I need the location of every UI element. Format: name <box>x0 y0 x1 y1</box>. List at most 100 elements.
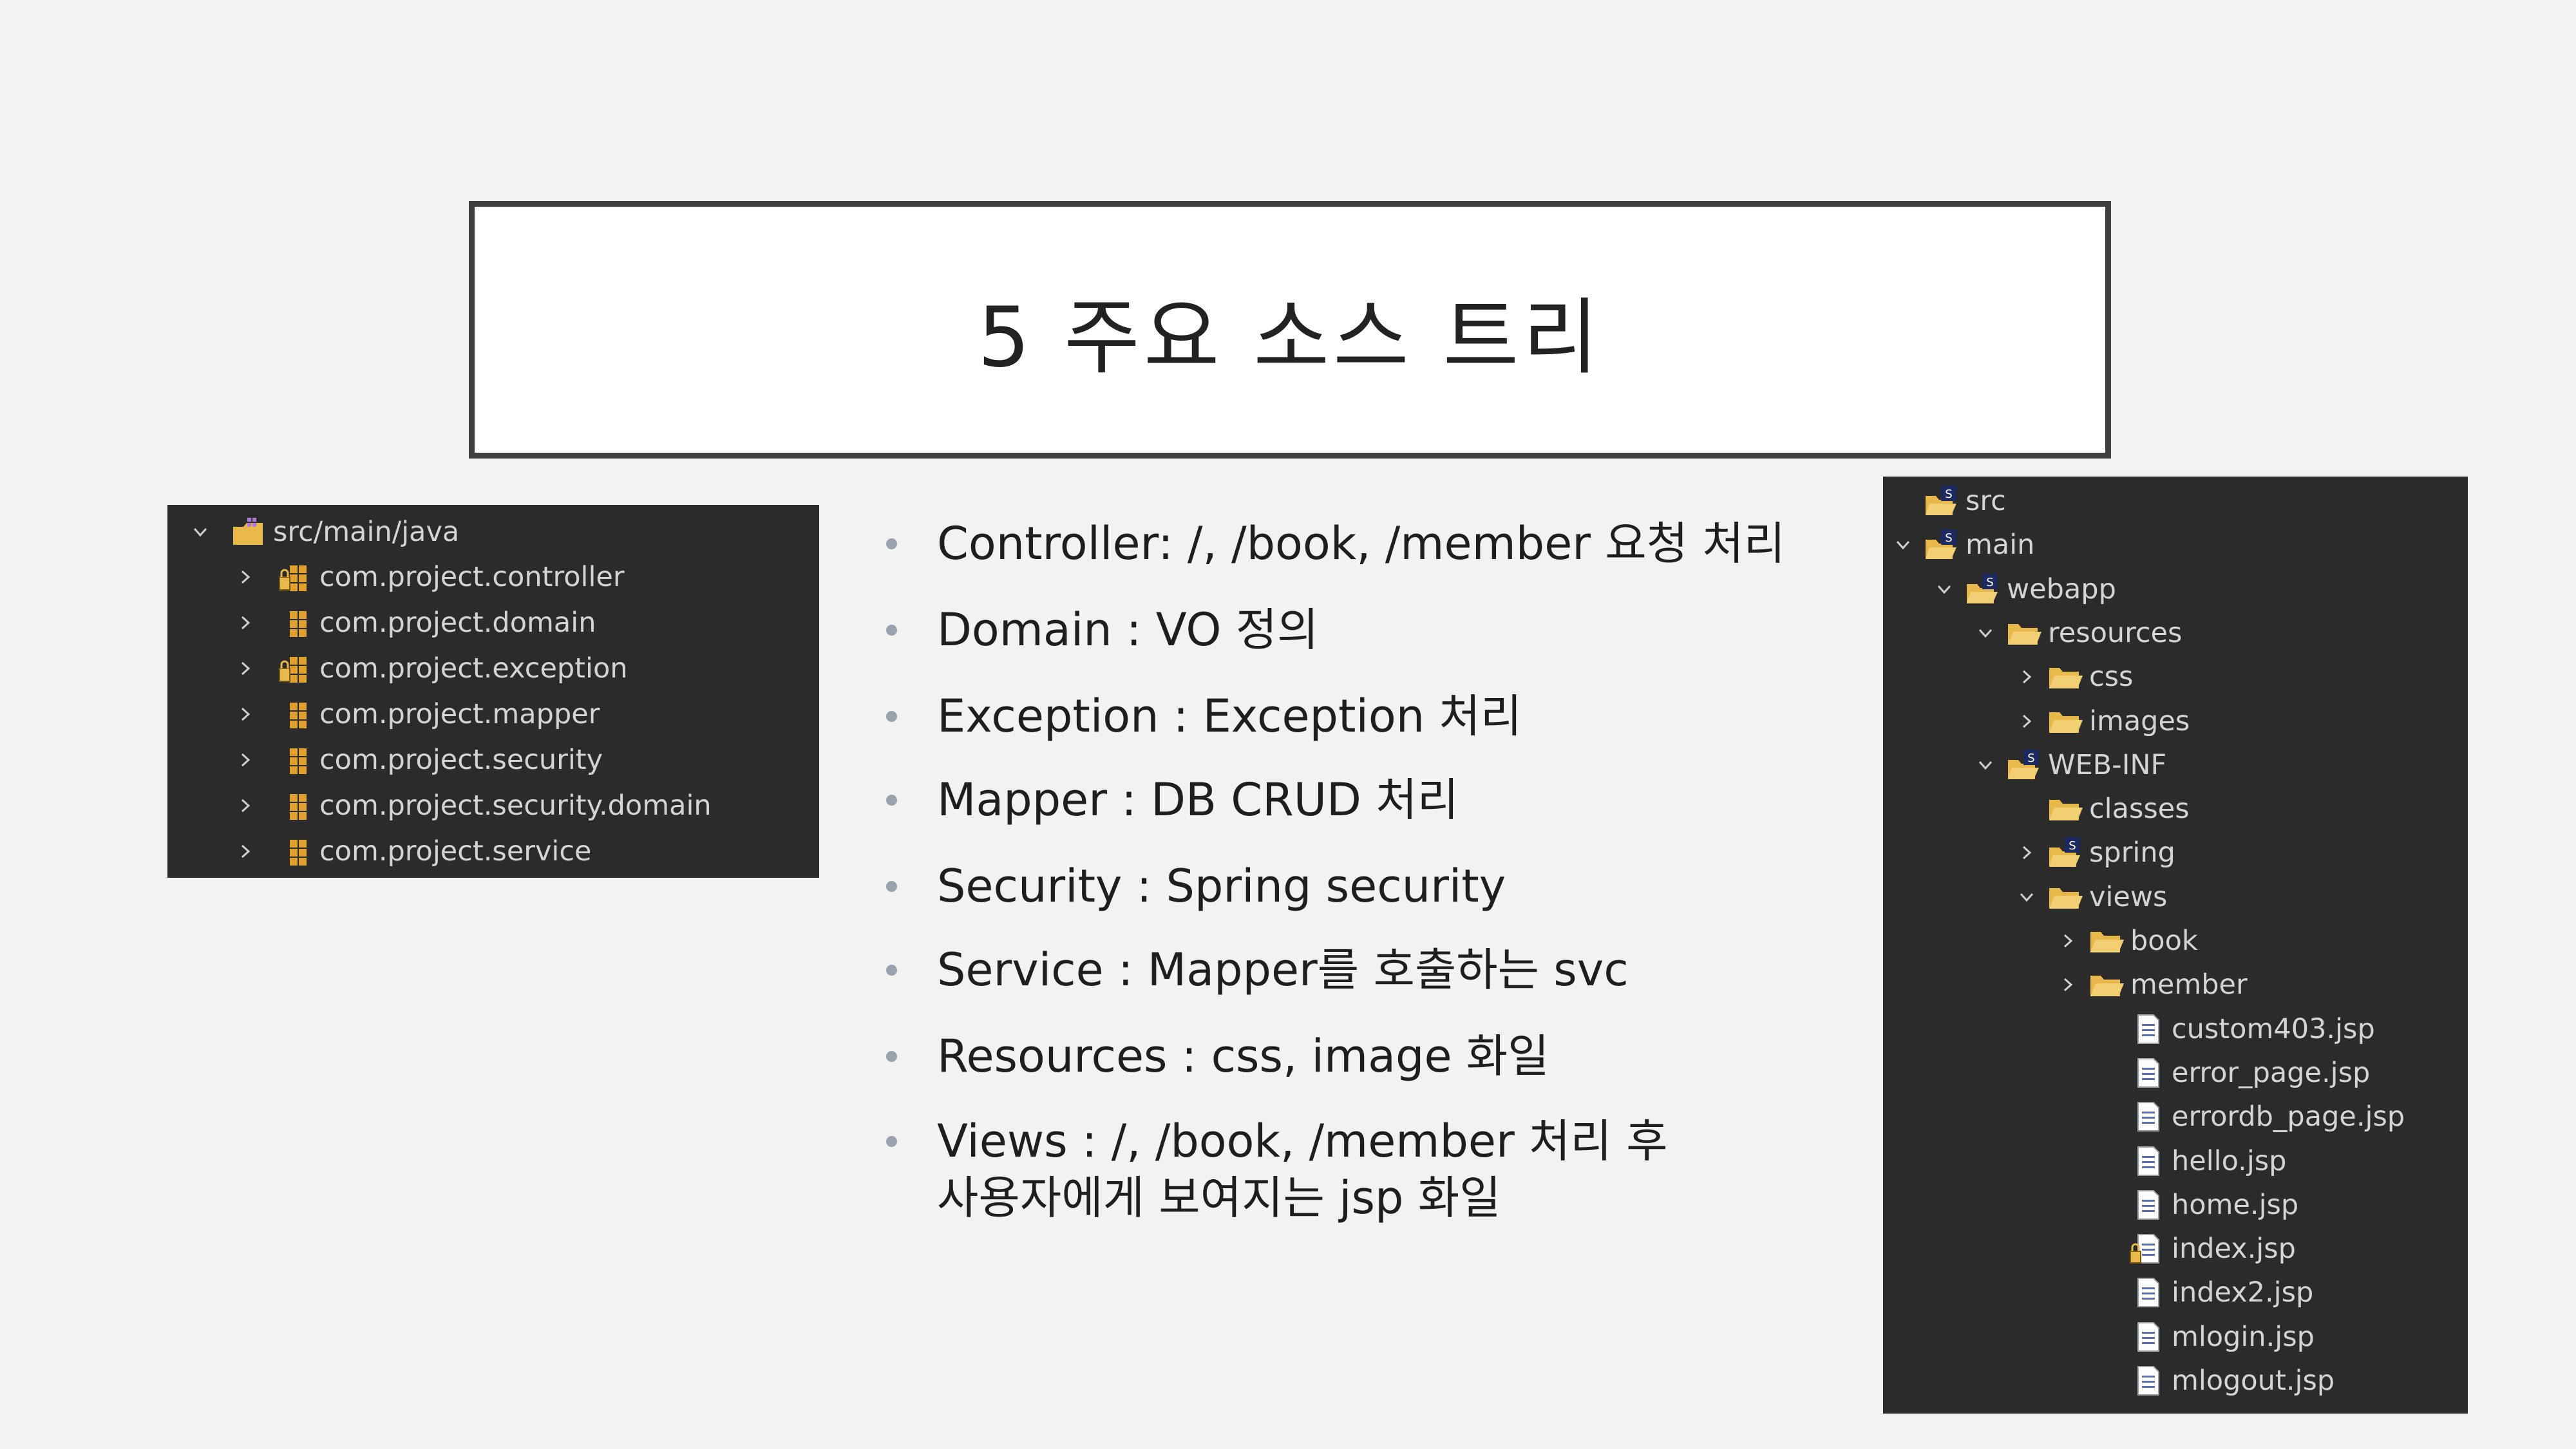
file-tree-label: book <box>2130 925 2198 957</box>
jsp-file-icon <box>2129 1012 2166 1046</box>
package-row[interactable]: com.project.mapper <box>238 695 600 734</box>
file-tree-label: spring <box>2089 837 2175 869</box>
jsp-file-icon <box>2129 1320 2166 1354</box>
chevron-right-icon[interactable] <box>238 753 252 767</box>
package-label: com.project.security <box>319 744 603 776</box>
file-tree-row[interactable]: book <box>2061 922 2198 960</box>
file-tree-row[interactable]: classes <box>2020 790 2190 828</box>
chevron-right-icon[interactable] <box>238 616 252 630</box>
spring-folder-icon: S <box>1923 528 1960 562</box>
file-tree-label: images <box>2089 705 2190 737</box>
file-tree-row[interactable]: images <box>2020 702 2190 741</box>
file-tree-label: css <box>2089 661 2134 694</box>
bullet-text-block: Views : /, /book, /member 처리 후 사용자에게 보여지… <box>937 1113 1667 1226</box>
package-tree-root[interactable]: src/main/java <box>193 513 459 551</box>
chevron-down-icon[interactable] <box>2020 890 2034 904</box>
package-icon <box>277 789 314 822</box>
chevron-right-icon[interactable] <box>238 799 252 813</box>
file-tree-row[interactable]: mlogout.jsp <box>2102 1361 2334 1400</box>
jsp-file-icon <box>2129 1144 2166 1178</box>
folder-icon <box>2047 660 2084 694</box>
svg-text:S: S <box>2027 752 2034 765</box>
file-tree-row[interactable]: Swebapp <box>1937 570 2116 609</box>
package-label: com.project.domain <box>319 607 596 639</box>
chevron-down-icon[interactable] <box>1978 758 1993 772</box>
package-label: com.project.controller <box>319 561 625 593</box>
file-tree-row[interactable]: Sspring <box>2020 833 2175 872</box>
svg-text:S: S <box>1986 576 1993 589</box>
svg-text:S: S <box>1945 488 1952 501</box>
file-tree-row[interactable]: Smain <box>1896 526 2034 564</box>
file-tree-row[interactable]: hello.jsp <box>2102 1142 2286 1180</box>
bullet-item: Mapper : DB CRUD 처리 <box>886 772 1459 828</box>
folder-icon <box>2047 705 2084 738</box>
file-tree-label: error_page.jsp <box>2172 1056 2371 1089</box>
chevron-down-icon[interactable] <box>1896 538 1910 552</box>
file-tree-row[interactable]: index2.jsp <box>2102 1273 2313 1312</box>
file-tree-label: errordb_page.jsp <box>2172 1101 2405 1133</box>
slide-title: 5 주요 소스 트리 <box>977 289 1603 386</box>
file-tree-row[interactable]: index.jsp <box>2102 1229 2296 1268</box>
file-tree-row[interactable]: css <box>2020 658 2133 696</box>
package-label: com.project.exception <box>319 652 628 685</box>
file-tree-label: mlogout.jsp <box>2172 1365 2335 1397</box>
jsp-file-icon <box>2129 1056 2166 1090</box>
package-label: com.project.service <box>319 835 592 867</box>
package-icon <box>277 743 314 777</box>
bullet-dot <box>886 1051 897 1062</box>
chevron-down-icon[interactable] <box>1937 582 1951 596</box>
package-label: com.project.security.domain <box>319 790 712 822</box>
bullet-item: Service : Mapper를 호출하는 svc <box>886 942 1629 998</box>
bullet-dot <box>886 795 897 806</box>
bullet-text: Service : Mapper를 호출하는 svc <box>937 943 1629 996</box>
package-row[interactable]: com.project.service <box>238 832 591 871</box>
chevron-right-icon[interactable] <box>238 844 252 858</box>
chevron-right-icon[interactable] <box>238 570 252 584</box>
file-tree-label: views <box>2089 880 2168 913</box>
folder-icon <box>2088 968 2125 1001</box>
bullet-text: Domain : VO 정의 <box>937 603 1319 656</box>
package-row[interactable]: com.project.domain <box>238 603 596 642</box>
chevron-right-icon[interactable] <box>2020 670 2034 684</box>
file-tree-row[interactable]: views <box>2020 878 2167 916</box>
file-tree-row[interactable]: error_page.jsp <box>2102 1054 2370 1092</box>
file-tree-label: hello.jsp <box>2172 1144 2287 1177</box>
package-row[interactable]: com.project.security <box>238 741 603 779</box>
file-tree-label: member <box>2130 969 2248 1001</box>
package-linked-icon <box>277 560 314 594</box>
bullet-dot <box>886 625 897 636</box>
chevron-down-icon[interactable] <box>1978 626 1993 640</box>
chevron-right-icon[interactable] <box>2061 934 2075 948</box>
file-tree-row[interactable]: home.jsp <box>2102 1186 2298 1224</box>
file-tree-row[interactable]: member <box>2061 965 2248 1004</box>
jsp-file-icon <box>2129 1188 2166 1222</box>
file-tree-row[interactable]: S WEB-INF <box>1978 746 2166 784</box>
chevron-right-icon[interactable] <box>238 661 252 676</box>
slide-title-box: 5 주요 소스 트리 <box>469 201 2111 459</box>
bullet-item: Exception : Exception 처리 <box>886 688 1522 744</box>
file-tree-row[interactable]: Ssrc <box>1896 482 2006 520</box>
file-tree-row[interactable]: resources <box>1978 614 2182 652</box>
chevron-right-icon[interactable] <box>2020 846 2034 860</box>
bullet-item: Views : /, /book, /member 처리 후 사용자에게 보여지… <box>886 1113 1667 1226</box>
bullet-text: Security : Spring security <box>937 860 1506 913</box>
package-row[interactable]: com.project.exception <box>238 649 628 688</box>
bullet-item: Controller: /, /book, /member 요청 처리 <box>886 515 1785 572</box>
file-tree-label: WEB-INF <box>2048 748 2167 781</box>
file-tree-row[interactable]: mlogin.jsp <box>2102 1318 2315 1356</box>
bullet-text-continued: 사용자에게 보여지는 jsp 화일 <box>937 1171 1501 1224</box>
file-tree-row[interactable]: custom403.jsp <box>2102 1010 2375 1048</box>
chevron-right-icon[interactable] <box>2061 978 2075 992</box>
chevron-right-icon[interactable] <box>2020 714 2034 728</box>
file-tree-row[interactable]: errordb_page.jsp <box>2102 1097 2405 1136</box>
package-row[interactable]: com.project.security.domain <box>238 786 712 825</box>
folder-icon <box>2047 880 2084 914</box>
bullet-dot <box>886 711 897 722</box>
svg-text:S: S <box>1945 531 1952 545</box>
package-row[interactable]: com.project.controller <box>238 558 625 596</box>
chevron-right-icon[interactable] <box>238 707 252 721</box>
chevron-down-icon[interactable] <box>193 525 207 539</box>
jsp-file-icon <box>2129 1364 2166 1397</box>
file-tree-label: index.jsp <box>2172 1233 2296 1265</box>
bullet-dot <box>886 965 897 976</box>
